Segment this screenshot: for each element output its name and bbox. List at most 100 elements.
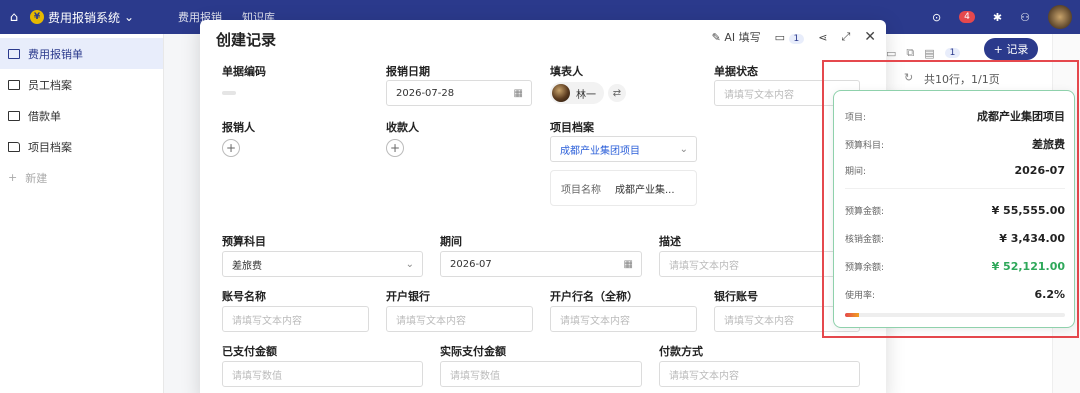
budget-label: 预算科目 — [222, 235, 266, 248]
chevron-down-icon: ⌄ — [679, 143, 688, 155]
period-field[interactable]: 2026-07 ▦ — [440, 251, 642, 277]
add-reimburser-button[interactable]: + — [222, 139, 240, 157]
share-icon[interactable]: ⋖ — [818, 31, 827, 44]
sidebar-item-employees[interactable]: 员工档案 — [0, 69, 163, 100]
pay-method-label: 付款方式 — [659, 345, 703, 358]
sidebar-item-label: 新建 — [25, 171, 48, 185]
project-value: 成都产业集团项目 — [560, 145, 640, 157]
project-detail-card: 项目名称 成都产业集... — [550, 170, 697, 206]
filler-chip[interactable]: 林一 — [550, 82, 604, 104]
popover-value: 2026-07 — [1014, 164, 1066, 177]
popover-key: 预算余额: — [845, 263, 885, 273]
bank-account-label: 银行账号 — [714, 290, 758, 303]
popover-key: 预算科目: — [845, 140, 885, 151]
usage-progress-bar — [845, 313, 1065, 317]
sidebar-item-reimbursement[interactable]: 费用报销单 — [0, 38, 163, 69]
sidebar-item-projects[interactable]: 项目档案 — [0, 131, 163, 162]
user-avatar[interactable] — [1048, 5, 1072, 29]
popover-row-spent: 核销金额: ¥ 3,434.00 — [845, 232, 1065, 245]
popover-row-budget-subject: 预算科目: 差旅费 — [845, 136, 1065, 152]
popover-row-period: 期间: 2026-07 — [845, 164, 1065, 177]
period-value: 2026-07 — [450, 258, 492, 270]
popover-value-remaining: ¥ 52,121.00 — [991, 260, 1065, 273]
expand-icon[interactable]: ⤢ — [841, 30, 850, 44]
add-payee-button[interactable]: + — [386, 139, 404, 157]
doc-no-label: 单据编码 — [222, 65, 266, 78]
inbox-icon[interactable]: ▤ — [924, 47, 934, 60]
popover-key: 使用率: — [845, 291, 876, 301]
ai-fill-label: AI 填写 — [724, 31, 761, 44]
swap-icon[interactable]: ⇄ — [608, 84, 626, 102]
budget-select[interactable]: 差旅费 ⌄ — [222, 251, 423, 277]
bank-field[interactable]: 请填写文本内容 — [386, 306, 533, 332]
app-switcher[interactable]: ¥ 费用报销系统 ⌄ — [30, 9, 134, 26]
app-name: 费用报销系统 — [48, 10, 121, 25]
table-icon — [8, 110, 20, 121]
app-logo-icon: ¥ — [30, 10, 44, 24]
avatar — [552, 84, 570, 102]
table-icon — [8, 79, 20, 90]
users-icon[interactable]: ⚇ — [1020, 11, 1030, 24]
comment-icon[interactable]: ▭ — [886, 47, 896, 60]
popover-value: ¥ 55,555.00 — [991, 204, 1065, 217]
magic-wand-icon: ✎ — [711, 31, 721, 44]
inbox-icon: ▭ — [774, 30, 785, 44]
chevron-down-icon: ⌄ — [405, 258, 414, 270]
popover-value: 成都产业集团项目 — [977, 110, 1065, 123]
home-icon[interactable]: ⌂ — [0, 10, 28, 25]
popover-value: 差旅费 — [1032, 138, 1065, 151]
notification-badge[interactable]: 4 — [959, 11, 975, 23]
sidebar-item-new[interactable]: + 新建 — [0, 162, 163, 193]
account-name-field[interactable]: 请填写文本内容 — [222, 306, 369, 332]
popover-row-usage: 使用率: 6.2% — [845, 288, 1065, 301]
date-label: 报销日期 — [386, 65, 430, 78]
sidebar-item-label: 借款单 — [28, 109, 61, 123]
bank-full-field[interactable]: 请填写文本内容 — [550, 306, 697, 332]
desc-label: 描述 — [659, 235, 681, 248]
divider — [845, 188, 1065, 189]
budget-value: 差旅费 — [232, 260, 262, 272]
period-label: 期间 — [440, 235, 462, 248]
sidebar: 费用报销单 员工档案 借款单 项目档案 + 新建 — [0, 34, 164, 393]
bank-label: 开户银行 — [386, 290, 430, 303]
topbar-actions: ⊙ 4 ✱ ⚇ — [932, 0, 1080, 34]
sidebar-item-label: 员工档案 — [28, 78, 72, 92]
create-record-modal: 创建记录 ✎ AI 填写 ▭ 1 ⋖ ⤢ ✕ 单据编码 报销日期 2026-07… — [200, 20, 886, 393]
check-circle-icon[interactable]: ⊙ — [932, 11, 941, 24]
filler-name: 林一 — [576, 89, 596, 101]
sidebar-item-loans[interactable]: 借款单 — [0, 100, 163, 131]
modal-title: 创建记录 — [216, 31, 277, 49]
paid-label: 已支付金额 — [222, 345, 277, 358]
popover-row-remaining: 预算余额: ¥ 52,121.00 — [845, 260, 1065, 273]
inbox-count-badge: 1 — [944, 48, 961, 58]
project-name-value: 成都产业集... — [615, 184, 675, 196]
actual-paid-field[interactable]: 请填写数值 — [440, 361, 642, 387]
date-value: 2026-07-28 — [396, 87, 455, 99]
popover-value: 6.2% — [1034, 288, 1065, 301]
paid-field[interactable]: 请填写数值 — [222, 361, 423, 387]
copy-icon[interactable]: ⧉ — [906, 46, 914, 60]
project-select[interactable]: 成都产业集团项目 ⌄ — [550, 136, 697, 162]
date-field[interactable]: 2026-07-28 ▦ — [386, 80, 532, 106]
account-name-label: 账号名称 — [222, 290, 266, 303]
budget-popover: 项目: 成都产业集团项目 预算科目: 差旅费 期间: 2026-07 预算金额:… — [833, 90, 1075, 328]
translate-icon[interactable]: ✱ — [993, 11, 1002, 24]
inbox-button[interactable]: ▭ 1 — [775, 31, 805, 44]
calendar-icon: ▦ — [623, 258, 633, 270]
sidebar-item-label: 费用报销单 — [28, 47, 83, 61]
popover-key: 预算金额: — [845, 207, 885, 217]
project-label: 项目档案 — [550, 121, 594, 134]
status-label: 单据状态 — [714, 65, 758, 78]
add-record-button[interactable]: + 记录 — [984, 38, 1038, 60]
pay-method-field[interactable]: 请填写文本内容 — [659, 361, 860, 387]
ai-fill-button[interactable]: ✎ AI 填写 — [712, 29, 761, 45]
calendar-icon: ▦ — [513, 87, 523, 99]
inbox-count: 1 — [788, 33, 805, 44]
payee-label: 收款人 — [386, 121, 419, 134]
modal-toolbar: ✎ AI 填写 ▭ 1 ⋖ ⤢ ✕ — [712, 29, 876, 45]
reimburser-label: 报销人 — [222, 121, 255, 134]
popover-value: ¥ 3,434.00 — [999, 232, 1065, 245]
close-icon[interactable]: ✕ — [864, 29, 876, 45]
doc-no-empty — [222, 91, 236, 95]
chevron-down-icon: ⌄ — [124, 10, 135, 24]
